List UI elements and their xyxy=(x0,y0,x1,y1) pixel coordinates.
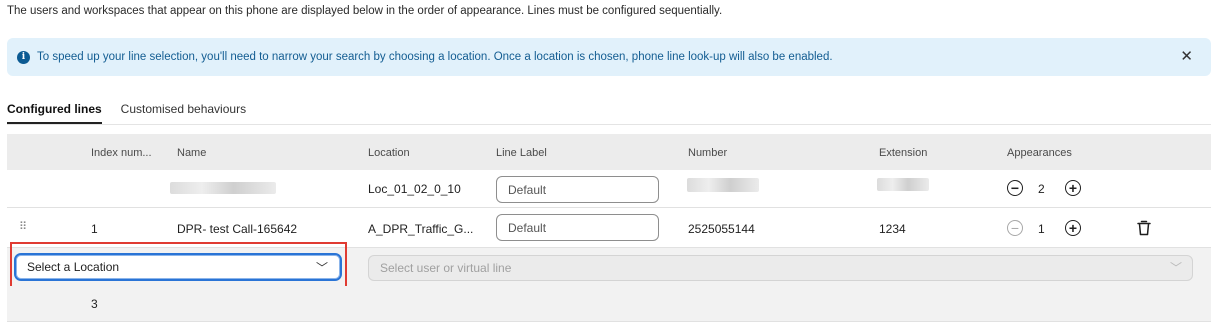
trash-icon[interactable] xyxy=(1137,220,1151,236)
row-index: 1 xyxy=(91,222,98,236)
decrement-icon[interactable]: − xyxy=(1007,180,1023,196)
line-label-input[interactable]: Default xyxy=(496,176,659,203)
tabs: Configured lines Customised behaviours xyxy=(7,102,265,124)
info-banner: i To speed up your line selection, you'l… xyxy=(7,38,1211,76)
col-location[interactable]: Location xyxy=(368,147,410,159)
col-extension[interactable]: Extension xyxy=(879,147,927,159)
user-select[interactable]: Select user or virtual line ﹀ xyxy=(368,255,1193,281)
appearance-count: 2 xyxy=(1038,182,1045,196)
row-location: Loc_01_02_0_10 xyxy=(368,182,461,196)
drag-handle-icon[interactable]: ⠿ xyxy=(19,220,27,233)
table-row: Loc_01_02_0_10 Default − 2 + xyxy=(7,170,1211,208)
location-select[interactable]: Select a Location ﹀ xyxy=(14,253,342,281)
row-index: 3 xyxy=(91,297,98,311)
table-header: Index num... Name Location Line Label Nu… xyxy=(7,134,1211,170)
appearance-count: 1 xyxy=(1038,222,1045,236)
increment-icon[interactable]: + xyxy=(1065,220,1081,236)
col-index[interactable]: Index num... xyxy=(91,147,152,159)
row-extension: 1234 xyxy=(879,222,906,236)
row-number: 2525055144 xyxy=(688,222,755,236)
col-line-label[interactable]: Line Label xyxy=(496,147,547,159)
increment-icon[interactable]: + xyxy=(1065,180,1081,196)
tab-customised-behaviours[interactable]: Customised behaviours xyxy=(121,102,246,124)
line-label-input[interactable]: Default xyxy=(496,214,659,241)
redacted-number xyxy=(687,178,759,192)
row-location: A_DPR_Traffic_G... xyxy=(368,222,474,236)
close-icon[interactable]: ✕ xyxy=(1180,49,1193,64)
decrement-icon[interactable]: − xyxy=(1007,220,1023,236)
info-icon: i xyxy=(17,50,30,64)
redacted-name xyxy=(170,182,276,194)
col-appearances[interactable]: Appearances xyxy=(1007,147,1072,159)
banner-text: To speed up your line selection, you'll … xyxy=(37,51,833,63)
user-select-placeholder: Select user or virtual line xyxy=(380,261,512,275)
col-number[interactable]: Number xyxy=(688,147,727,159)
tab-configured-lines[interactable]: Configured lines xyxy=(7,102,102,124)
location-select-label: Select a Location xyxy=(27,260,120,274)
redacted-extension xyxy=(877,178,929,191)
intro-text: The users and workspaces that appear on … xyxy=(7,5,723,17)
col-name[interactable]: Name xyxy=(177,147,206,159)
table-row: 3 xyxy=(7,286,1211,322)
chevron-down-icon: ﹀ xyxy=(315,261,328,275)
chevron-down-icon: ﹀ xyxy=(1169,261,1182,275)
tabs-divider xyxy=(7,124,1211,125)
row-name: DPR- test Call-165642 xyxy=(177,222,298,236)
